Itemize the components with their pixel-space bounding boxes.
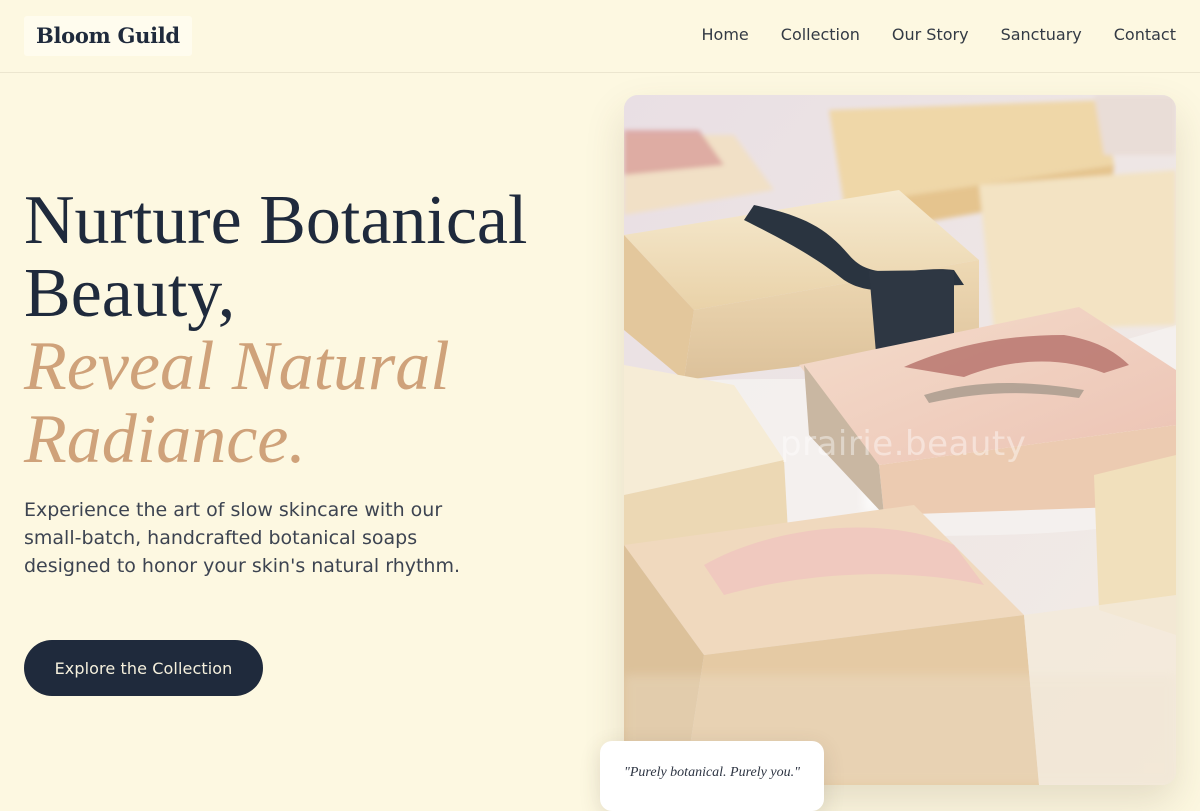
site-header: Bloom Guild Home Collection Our Story Sa… xyxy=(0,0,1200,73)
watermark-text: prairie.beauty xyxy=(780,424,1027,464)
tagline-quote: "Purely botanical. Purely you." xyxy=(600,741,824,811)
hero-heading-accent: Reveal Natural Radiance. xyxy=(24,328,450,478)
brand-logo[interactable]: Bloom Guild xyxy=(24,16,192,56)
main-nav: Home Collection Our Story Sanctuary Cont… xyxy=(702,24,1176,46)
explore-collection-button[interactable]: Explore the Collection xyxy=(24,640,263,696)
nav-link-home[interactable]: Home xyxy=(702,24,749,46)
nav-link-collection[interactable]: Collection xyxy=(781,24,860,46)
nav-link-contact[interactable]: Contact xyxy=(1114,24,1176,46)
nav-link-sanctuary[interactable]: Sanctuary xyxy=(1001,24,1082,46)
hero-description: Experience the art of slow skincare with… xyxy=(24,499,461,577)
hero-heading-main: Nurture Botanical Beauty, xyxy=(24,182,528,332)
hero-heading: Nurture Botanical Beauty, Reveal Natural… xyxy=(24,184,584,476)
nav-link-our-story[interactable]: Our Story xyxy=(892,24,969,46)
